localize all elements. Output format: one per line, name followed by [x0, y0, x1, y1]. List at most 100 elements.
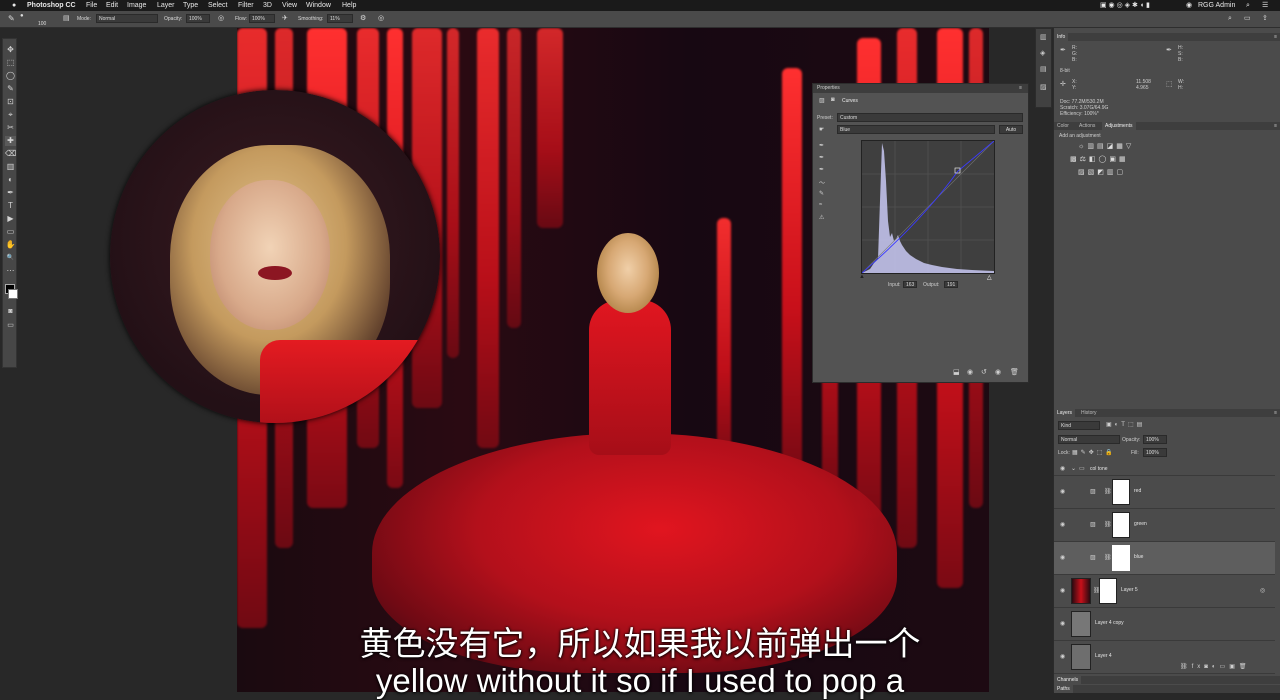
menu-filter[interactable]: Filter	[238, 0, 254, 11]
spotlight-icon[interactable]: ⌕	[1246, 0, 1250, 11]
visibility-eye-icon[interactable]: ◉	[1060, 465, 1065, 472]
eyedropper-tool-icon[interactable]: ⌖	[5, 110, 16, 120]
swatches-panel-icon[interactable]: ▤	[1040, 65, 1047, 73]
gradient-tool-icon[interactable]: ◐	[5, 175, 16, 185]
auto-button[interactable]: Auto	[999, 125, 1023, 134]
adjustment-icons-row3[interactable]: ▨▧◩▥▢	[1078, 168, 1126, 176]
layer-row[interactable]: ◉ ▨ ⛓ green	[1054, 509, 1275, 542]
mode-select[interactable]: Normal	[96, 14, 158, 23]
brush-preset-icon[interactable]: ●	[20, 8, 24, 24]
black-point-slider[interactable]: ▲	[859, 274, 865, 280]
eraser-tool-icon[interactable]: ▥	[5, 162, 16, 172]
brush-tool-icon-active[interactable]: ✚	[5, 136, 16, 146]
search-icon[interactable]: ⌕	[1228, 11, 1232, 27]
tab-color[interactable]: Color	[1054, 122, 1072, 130]
background-color-swatch[interactable]	[8, 289, 18, 299]
notification-icon[interactable]: ☰	[1262, 0, 1268, 11]
path-select-tool-icon[interactable]: ▶	[5, 214, 16, 224]
pen-tool-icon[interactable]: ✒	[5, 188, 16, 198]
menu-file[interactable]: File	[86, 0, 97, 11]
sample-gray-icon[interactable]: ✒	[819, 154, 824, 161]
tab-info[interactable]: Info	[1054, 33, 1069, 41]
user-icon[interactable]: ◉	[1186, 0, 1192, 11]
layers-menu-icon[interactable]: ≡	[1274, 409, 1277, 417]
opacity-field[interactable]: 100%	[186, 14, 210, 23]
properties-header[interactable]: Properties ≡	[813, 84, 1028, 93]
lock-icons[interactable]: ▦✎✥⬚🔒	[1072, 449, 1116, 456]
brush-tool-icon[interactable]: ✎	[8, 11, 15, 27]
clip-to-layer-icon[interactable]: ⬓	[953, 368, 960, 376]
adjustments-menu-icon[interactable]: ≡	[1274, 122, 1277, 130]
smart-filter-icon[interactable]: ◎	[1260, 587, 1265, 594]
tab-layers[interactable]: Layers	[1054, 409, 1076, 417]
quick-mask-icon[interactable]: ◙	[5, 307, 16, 317]
layer-row[interactable]: ◉ ⛓ Layer 5 ◎	[1054, 575, 1275, 608]
clone-stamp-tool-icon[interactable]: ⌫	[5, 149, 16, 159]
white-point-slider[interactable]: △	[987, 274, 992, 281]
workspace-icon[interactable]: ▭	[1244, 11, 1251, 27]
output-field[interactable]: 191	[944, 281, 958, 288]
smooth-icon[interactable]: ≈	[819, 202, 822, 208]
clipping-warning-icon[interactable]: ⚠	[819, 214, 824, 221]
menu-edit[interactable]: Edit	[106, 0, 118, 11]
layer-group-col-tone[interactable]: ◉ ⌄ ▭ col tone	[1054, 463, 1275, 476]
adjustment-icons-row1[interactable]: ☼▥▤◪▦▽	[1078, 142, 1134, 150]
menu-image[interactable]: Image	[127, 0, 146, 11]
visibility-icon[interactable]: ◉	[995, 368, 1001, 376]
sample-white-icon[interactable]: ✒	[819, 166, 824, 173]
histogram-panel-icon[interactable]: ▥	[1040, 33, 1047, 41]
visibility-eye-icon[interactable]: ◉	[1060, 521, 1065, 528]
type-tool-icon[interactable]: T	[5, 201, 16, 211]
layer-mask-thumb[interactable]	[1112, 512, 1130, 538]
brush-panel-icon[interactable]: ▤	[63, 11, 70, 27]
sample-black-icon[interactable]: ✒	[819, 142, 824, 149]
screen-mode-icon[interactable]: ▭	[5, 321, 16, 331]
layer-opacity-field[interactable]: 100%	[1143, 435, 1167, 444]
share-icon[interactable]: ⇪	[1262, 11, 1268, 27]
layer-mask-thumb[interactable]	[1099, 578, 1117, 604]
layer-row-selected[interactable]: ◉ ▨ ⛓ blue	[1054, 542, 1275, 575]
adjustment-icons-row2[interactable]: ▩⚖◧◯▣▦	[1070, 155, 1129, 163]
layer-filter-select[interactable]: Kind	[1058, 421, 1100, 430]
visibility-eye-icon[interactable]: ◉	[1060, 554, 1065, 561]
healing-tool-icon[interactable]: ✂	[5, 123, 16, 133]
menu-type[interactable]: Type	[183, 0, 198, 11]
chevron-down-icon[interactable]: ⌄	[1071, 465, 1076, 472]
menu-select[interactable]: Select	[208, 0, 227, 11]
delete-icon[interactable]: 🗑	[1010, 368, 1019, 376]
view-previous-icon[interactable]: ◉	[967, 368, 973, 376]
layer-mask-thumb[interactable]	[1112, 545, 1130, 571]
visibility-eye-icon[interactable]: ◉	[1060, 488, 1065, 495]
menu-3d[interactable]: 3D	[263, 0, 272, 11]
user-name[interactable]: RGG Admin	[1198, 0, 1235, 11]
input-field[interactable]: 163	[903, 281, 917, 288]
blend-mode-select[interactable]: Normal	[1058, 435, 1120, 444]
lasso-tool-icon[interactable]: ◯	[5, 71, 16, 81]
tab-actions[interactable]: Actions	[1076, 122, 1098, 130]
brush-size[interactable]: 100	[38, 16, 46, 32]
airbrush-icon[interactable]: ✈	[282, 11, 288, 27]
pencil-icon[interactable]: ✎	[819, 190, 824, 197]
layer-row[interactable]: ◉ ▨ ⛓ red	[1054, 476, 1275, 509]
layer-mask-thumb[interactable]	[1112, 479, 1130, 505]
on-image-adjust-icon[interactable]: ☛	[819, 126, 824, 133]
info-menu-icon[interactable]: ≡	[1274, 33, 1277, 41]
channel-select[interactable]: Blue	[837, 125, 995, 134]
quick-select-tool-icon[interactable]: ✎	[5, 84, 16, 94]
mask-icon[interactable]: ◙	[831, 97, 835, 103]
menu-help[interactable]: Help	[342, 0, 356, 11]
curve-point-icon[interactable]: 〜	[819, 178, 825, 187]
app-menu[interactable]: Photoshop CC	[27, 0, 76, 11]
menu-layer[interactable]: Layer	[157, 0, 175, 11]
visibility-eye-icon[interactable]: ◉	[1060, 587, 1065, 594]
marquee-tool-icon[interactable]: ⬚	[5, 58, 16, 68]
flow-field[interactable]: 100%	[249, 14, 275, 23]
pressure-opacity-icon[interactable]: ◎	[218, 11, 224, 27]
pressure-size-icon[interactable]: ◎	[378, 11, 384, 27]
preset-select[interactable]: Custom	[837, 113, 1023, 122]
shape-tool-icon[interactable]: ▭	[5, 227, 16, 237]
more-tools-icon[interactable]: ⋯	[5, 266, 16, 276]
hand-tool-icon[interactable]: ✋	[5, 240, 16, 250]
panel-menu-icon[interactable]: ≡	[1019, 84, 1022, 93]
layer-image-thumb[interactable]	[1071, 578, 1091, 604]
